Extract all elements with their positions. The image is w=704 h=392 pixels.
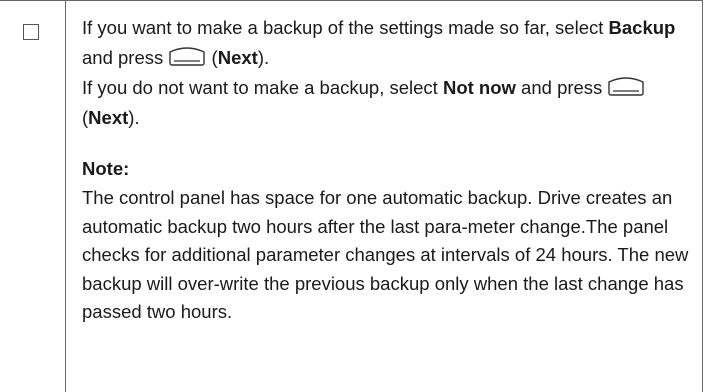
step-not-now: If you do not want to make a backup, sel… bbox=[82, 73, 694, 133]
step-backup-text-4: ). bbox=[257, 47, 270, 68]
note-heading: Note: bbox=[82, 158, 130, 179]
step-not-now-text-4: ). bbox=[128, 107, 140, 128]
step-checkbox[interactable] bbox=[23, 24, 39, 40]
next-key-label: Next bbox=[217, 47, 258, 68]
step-backup-text-2: and press bbox=[82, 47, 169, 68]
step-backup: If you want to make a backup of the sett… bbox=[82, 13, 694, 73]
column-divider bbox=[65, 1, 66, 392]
softkey-button-icon bbox=[607, 77, 645, 97]
instruction-content: If you want to make a backup of the sett… bbox=[82, 13, 694, 327]
instruction-table: If you want to make a backup of the sett… bbox=[0, 0, 703, 392]
step-backup-text: If you want to make a backup of the sett… bbox=[82, 17, 609, 38]
softkey-button-icon bbox=[168, 47, 206, 67]
not-now-option-label: Not now bbox=[442, 77, 516, 98]
step-backup-text-3: ( bbox=[206, 47, 218, 68]
step-not-now-text: If you do not want to make a backup, sel… bbox=[82, 77, 443, 98]
note-body: The control panel has space for one auto… bbox=[82, 187, 689, 322]
backup-option-label: Backup bbox=[608, 17, 676, 38]
step-not-now-text-2: and press bbox=[515, 77, 608, 98]
next-key-label: Next bbox=[88, 107, 129, 128]
